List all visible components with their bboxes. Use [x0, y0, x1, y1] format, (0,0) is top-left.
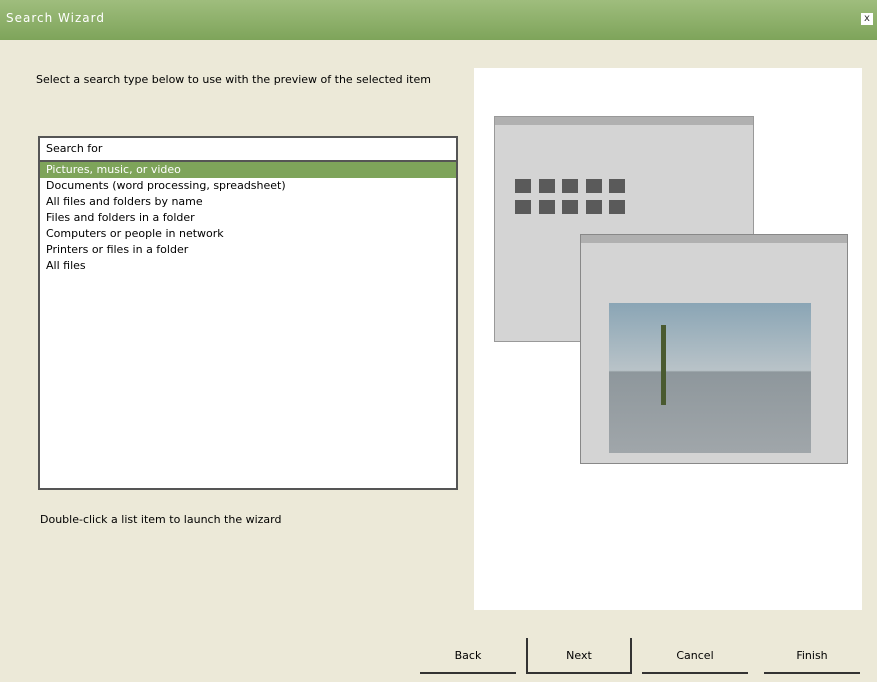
next-button[interactable]: Next — [526, 638, 632, 674]
back-button[interactable]: Back — [420, 638, 516, 674]
preview-screenshot-front — [580, 234, 848, 464]
picture-icon — [515, 179, 531, 193]
picture-icon — [585, 200, 602, 214]
mini-title-bar — [581, 235, 847, 243]
list-item[interactable]: Printers or files in a folder — [40, 242, 456, 258]
search-type-list[interactable]: Search for Pictures, music, or video Doc… — [38, 136, 458, 490]
close-icon[interactable]: x — [861, 13, 873, 25]
list-item[interactable]: Documents (word processing, spreadsheet) — [40, 178, 456, 194]
list-item[interactable]: Files and folders in a folder — [40, 210, 456, 226]
picture-icon — [609, 200, 625, 214]
cancel-button[interactable]: Cancel — [642, 638, 748, 674]
picture-icon — [585, 179, 602, 193]
list-item[interactable]: All files — [40, 258, 456, 274]
picture-icon — [538, 200, 555, 214]
intro-text: Select a search type below to use with t… — [36, 73, 431, 86]
status-text: Double-click a list item to launch the w… — [40, 513, 282, 526]
preview-pane — [474, 68, 862, 610]
photo-detail — [661, 325, 666, 405]
list-item[interactable]: Computers or people in network — [40, 226, 456, 242]
finish-button[interactable]: Finish — [764, 638, 860, 674]
picture-icon — [515, 200, 531, 214]
button-row: Back Next Cancel Finish — [420, 638, 870, 674]
picture-icon — [609, 179, 625, 193]
mini-icon-grid — [513, 177, 627, 219]
title-bar: Search Wizard x — [0, 0, 877, 40]
list-header: Search for — [40, 138, 456, 162]
preview-photo — [609, 303, 811, 453]
picture-icon — [562, 179, 578, 193]
list-item[interactable]: All files and folders by name — [40, 194, 456, 210]
mini-title-bar — [495, 117, 753, 125]
list-item[interactable]: Pictures, music, or video — [40, 162, 456, 178]
picture-icon — [562, 200, 578, 214]
window-title: Search Wizard — [6, 11, 105, 25]
picture-icon — [538, 179, 555, 193]
